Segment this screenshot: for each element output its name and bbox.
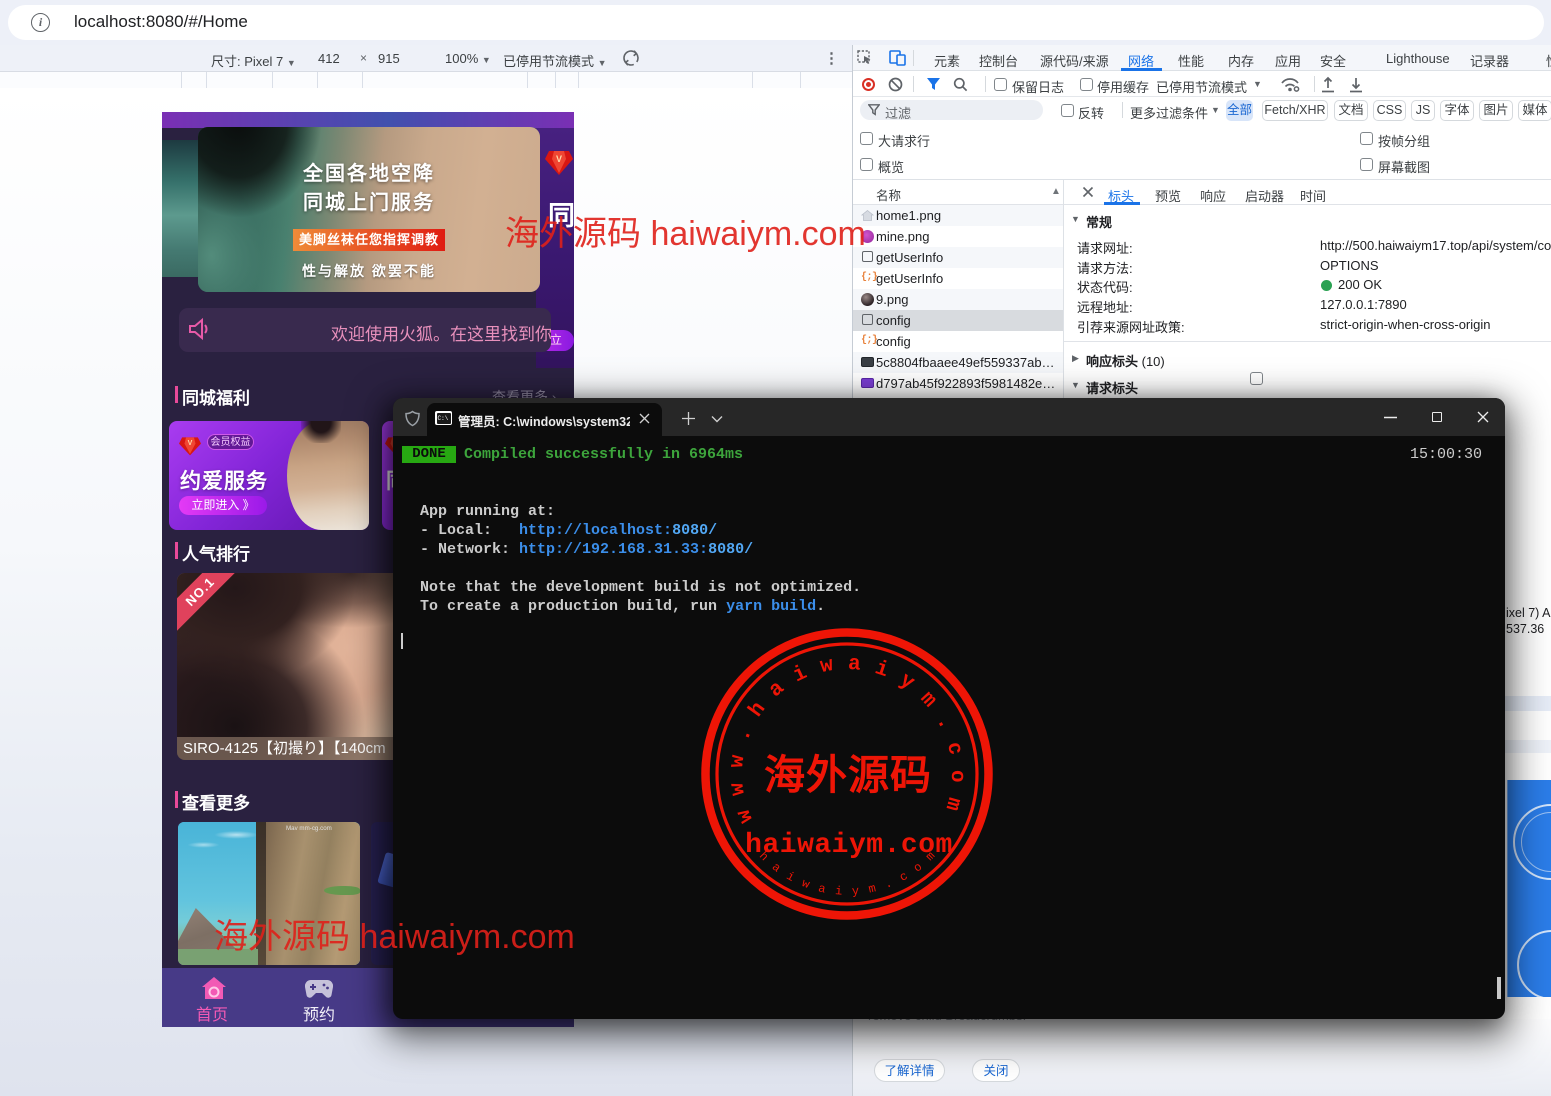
svg-text:V: V [188,440,193,447]
svg-text:w w w . h a i w a i y m . c o: w w w . h a i w a i y m . c o m [726,653,968,826]
svg-text:海外源码: 海外源码 [764,752,932,798]
svg-text:V: V [556,154,562,164]
